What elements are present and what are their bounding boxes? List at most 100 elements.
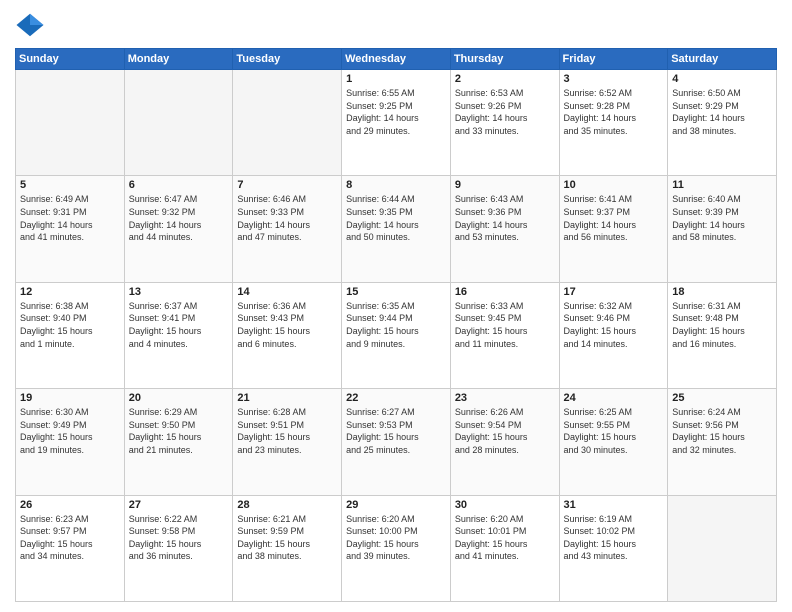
day-info: Sunrise: 6:38 AM Sunset: 9:40 PM Dayligh…	[20, 300, 120, 350]
calendar-cell: 18 Sunrise: 6:31 AM Sunset: 9:48 PM Dayli…	[668, 282, 777, 388]
calendar-cell: 6Sunrise: 6:47 AM Sunset: 9:32 PM Daylig…	[124, 176, 233, 282]
header	[15, 10, 777, 40]
day-info: Sunrise: 6:55 AM Sunset: 9:25 PM Dayligh…	[346, 87, 446, 137]
day-info: Sunrise: 6:27 AM Sunset: 9:53 PM Dayligh…	[346, 406, 446, 456]
calendar-cell: 14 Sunrise: 6:36 AM Sunset: 9:43 PM Dayli…	[233, 282, 342, 388]
day-info: Sunrise: 6:43 AM Sunset: 9:36 PM Dayligh…	[455, 193, 555, 243]
calendar-cell: 11Sunrise: 6:40 AM Sunset: 9:39 PM Dayli…	[668, 176, 777, 282]
day-number: 6	[129, 179, 229, 191]
day-number: 16	[455, 286, 555, 298]
day-number: 15	[346, 286, 446, 298]
day-info: Sunrise: 6:21 AM Sunset: 9:59 PM Dayligh…	[237, 513, 337, 563]
calendar-cell: 15 Sunrise: 6:35 AM Sunset: 9:44 PM Dayli…	[342, 282, 451, 388]
day-number: 2	[455, 73, 555, 85]
calendar-cell: 10Sunrise: 6:41 AM Sunset: 9:37 PM Dayli…	[559, 176, 668, 282]
day-info: Sunrise: 6:30 AM Sunset: 9:49 PM Dayligh…	[20, 406, 120, 456]
day-info: Sunrise: 6:33 AM Sunset: 9:45 PM Dayligh…	[455, 300, 555, 350]
day-number: 24	[564, 392, 664, 404]
day-number: 4	[672, 73, 772, 85]
day-number: 11	[672, 179, 772, 191]
week-row-2: 12 Sunrise: 6:38 AM Sunset: 9:40 PM Dayli…	[16, 282, 777, 388]
day-info: Sunrise: 6:32 AM Sunset: 9:46 PM Dayligh…	[564, 300, 664, 350]
calendar-cell: 28 Sunrise: 6:21 AM Sunset: 9:59 PM Dayli…	[233, 495, 342, 601]
day-number: 13	[129, 286, 229, 298]
calendar-cell: 17 Sunrise: 6:32 AM Sunset: 9:46 PM Dayli…	[559, 282, 668, 388]
day-number: 19	[20, 392, 120, 404]
day-info: Sunrise: 6:44 AM Sunset: 9:35 PM Dayligh…	[346, 193, 446, 243]
weekday-header-row: SundayMondayTuesdayWednesdayThursdayFrid…	[16, 49, 777, 70]
day-info: Sunrise: 6:24 AM Sunset: 9:56 PM Dayligh…	[672, 406, 772, 456]
day-number: 9	[455, 179, 555, 191]
weekday-header-monday: Monday	[124, 49, 233, 70]
day-number: 31	[564, 499, 664, 511]
calendar-cell: 31 Sunrise: 6:19 AM Sunset: 10:02 PM Dayl…	[559, 495, 668, 601]
day-info: Sunrise: 6:36 AM Sunset: 9:43 PM Dayligh…	[237, 300, 337, 350]
calendar-cell: 21 Sunrise: 6:28 AM Sunset: 9:51 PM Dayli…	[233, 389, 342, 495]
day-number: 28	[237, 499, 337, 511]
day-number: 12	[20, 286, 120, 298]
calendar-cell	[233, 70, 342, 176]
day-info: Sunrise: 6:49 AM Sunset: 9:31 PM Dayligh…	[20, 193, 120, 243]
day-number: 8	[346, 179, 446, 191]
day-number: 22	[346, 392, 446, 404]
calendar-cell: 7 Sunrise: 6:46 AM Sunset: 9:33 PM Daylig…	[233, 176, 342, 282]
day-info: Sunrise: 6:28 AM Sunset: 9:51 PM Dayligh…	[237, 406, 337, 456]
day-number: 7	[237, 179, 337, 191]
day-number: 30	[455, 499, 555, 511]
calendar-cell: 24Sunrise: 6:25 AM Sunset: 9:55 PM Dayli…	[559, 389, 668, 495]
logo	[15, 10, 49, 40]
logo-icon	[15, 10, 45, 40]
calendar-cell: 2Sunrise: 6:53 AM Sunset: 9:26 PM Daylig…	[450, 70, 559, 176]
calendar-cell: 27 Sunrise: 6:22 AM Sunset: 9:58 PM Dayli…	[124, 495, 233, 601]
day-info: Sunrise: 6:22 AM Sunset: 9:58 PM Dayligh…	[129, 513, 229, 563]
week-row-0: 1Sunrise: 6:55 AM Sunset: 9:25 PM Daylig…	[16, 70, 777, 176]
weekday-header-wednesday: Wednesday	[342, 49, 451, 70]
day-number: 10	[564, 179, 664, 191]
calendar-cell: 23Sunrise: 6:26 AM Sunset: 9:54 PM Dayli…	[450, 389, 559, 495]
weekday-header-tuesday: Tuesday	[233, 49, 342, 70]
day-number: 29	[346, 499, 446, 511]
day-info: Sunrise: 6:35 AM Sunset: 9:44 PM Dayligh…	[346, 300, 446, 350]
day-info: Sunrise: 6:20 AM Sunset: 10:01 PM Daylig…	[455, 513, 555, 563]
day-number: 17	[564, 286, 664, 298]
day-info: Sunrise: 6:46 AM Sunset: 9:33 PM Dayligh…	[237, 193, 337, 243]
calendar-cell: 26 Sunrise: 6:23 AM Sunset: 9:57 PM Dayli…	[16, 495, 125, 601]
calendar-cell	[668, 495, 777, 601]
week-row-3: 19 Sunrise: 6:30 AM Sunset: 9:49 PM Dayli…	[16, 389, 777, 495]
calendar-cell: 1Sunrise: 6:55 AM Sunset: 9:25 PM Daylig…	[342, 70, 451, 176]
page: SundayMondayTuesdayWednesdayThursdayFrid…	[0, 0, 792, 612]
calendar-cell: 9 Sunrise: 6:43 AM Sunset: 9:36 PM Daylig…	[450, 176, 559, 282]
calendar-cell: 4Sunrise: 6:50 AM Sunset: 9:29 PM Daylig…	[668, 70, 777, 176]
calendar-cell: 12 Sunrise: 6:38 AM Sunset: 9:40 PM Dayli…	[16, 282, 125, 388]
calendar-cell	[124, 70, 233, 176]
day-number: 25	[672, 392, 772, 404]
day-info: Sunrise: 6:19 AM Sunset: 10:02 PM Daylig…	[564, 513, 664, 563]
day-info: Sunrise: 6:23 AM Sunset: 9:57 PM Dayligh…	[20, 513, 120, 563]
weekday-header-saturday: Saturday	[668, 49, 777, 70]
day-number: 21	[237, 392, 337, 404]
calendar-cell: 19 Sunrise: 6:30 AM Sunset: 9:49 PM Dayli…	[16, 389, 125, 495]
day-info: Sunrise: 6:20 AM Sunset: 10:00 PM Daylig…	[346, 513, 446, 563]
day-number: 27	[129, 499, 229, 511]
day-number: 14	[237, 286, 337, 298]
weekday-header-friday: Friday	[559, 49, 668, 70]
day-info: Sunrise: 6:29 AM Sunset: 9:50 PM Dayligh…	[129, 406, 229, 456]
day-number: 20	[129, 392, 229, 404]
day-info: Sunrise: 6:31 AM Sunset: 9:48 PM Dayligh…	[672, 300, 772, 350]
day-number: 26	[20, 499, 120, 511]
calendar-cell: 29 Sunrise: 6:20 AM Sunset: 10:00 PM Dayl…	[342, 495, 451, 601]
weekday-header-sunday: Sunday	[16, 49, 125, 70]
day-number: 18	[672, 286, 772, 298]
day-number: 5	[20, 179, 120, 191]
calendar-cell: 30 Sunrise: 6:20 AM Sunset: 10:01 PM Dayl…	[450, 495, 559, 601]
calendar-cell: 8 Sunrise: 6:44 AM Sunset: 9:35 PM Daylig…	[342, 176, 451, 282]
calendar-cell	[16, 70, 125, 176]
calendar-cell: 20 Sunrise: 6:29 AM Sunset: 9:50 PM Dayli…	[124, 389, 233, 495]
calendar-cell: 16 Sunrise: 6:33 AM Sunset: 9:45 PM Dayli…	[450, 282, 559, 388]
day-number: 3	[564, 73, 664, 85]
calendar-cell: 13Sunrise: 6:37 AM Sunset: 9:41 PM Dayli…	[124, 282, 233, 388]
weekday-header-thursday: Thursday	[450, 49, 559, 70]
day-info: Sunrise: 6:26 AM Sunset: 9:54 PM Dayligh…	[455, 406, 555, 456]
calendar-cell: 22 Sunrise: 6:27 AM Sunset: 9:53 PM Dayli…	[342, 389, 451, 495]
day-info: Sunrise: 6:52 AM Sunset: 9:28 PM Dayligh…	[564, 87, 664, 137]
